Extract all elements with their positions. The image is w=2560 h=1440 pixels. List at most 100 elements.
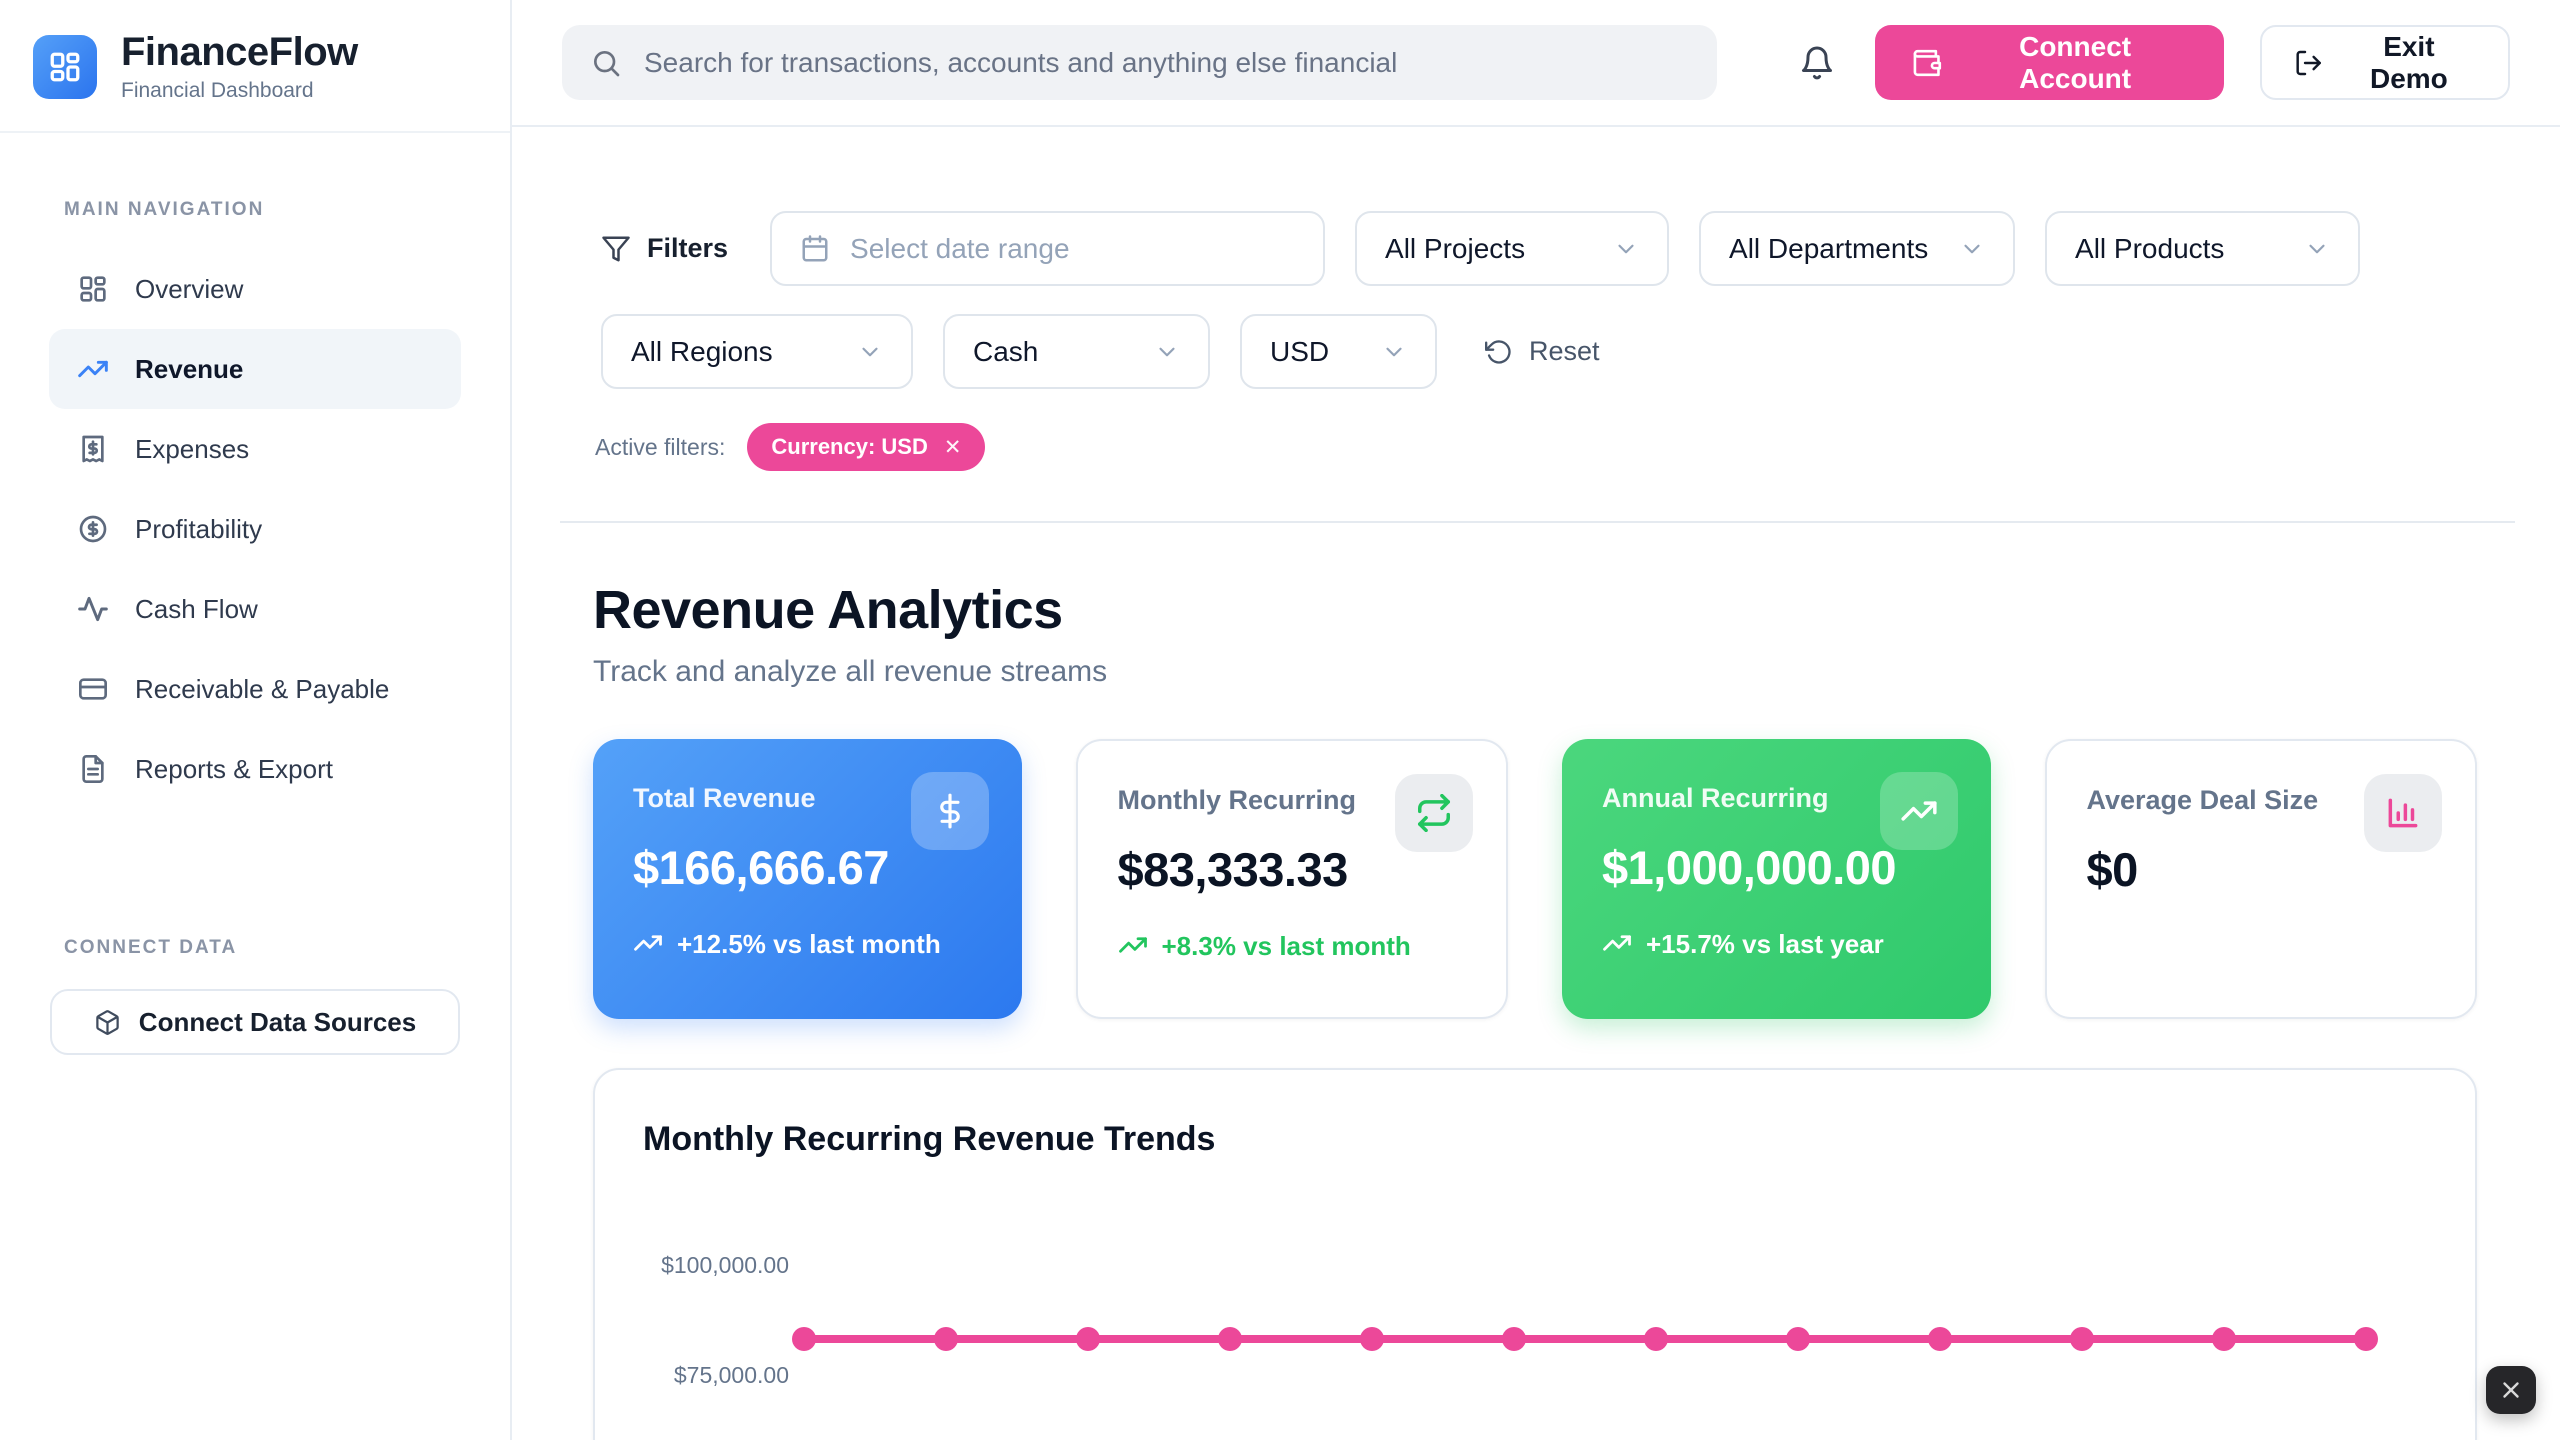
search-input[interactable] <box>644 47 1689 79</box>
trend-line <box>804 1335 2366 1343</box>
data-point <box>1218 1327 1242 1351</box>
main-column: Connect Account Exit Demo Filters <box>512 0 2560 1440</box>
brand: FinanceFlow Financial Dashboard <box>0 0 510 131</box>
chevron-down-icon <box>2304 236 2330 262</box>
stat-card-average-deal-size: Average Deal Size $0 <box>2045 739 2478 1019</box>
connect-account-label: Connect Account <box>1962 31 2188 95</box>
chevron-down-icon <box>1959 236 1985 262</box>
repeat-icon <box>1395 774 1473 852</box>
close-overlay-button[interactable] <box>2486 1366 2536 1414</box>
stat-change: +12.5% vs last month <box>633 927 963 962</box>
funnel-icon <box>601 234 631 264</box>
chip-close-icon[interactable]: ✕ <box>944 435 962 460</box>
section-divider <box>560 521 2515 523</box>
data-point <box>1786 1327 1810 1351</box>
receipt-icon <box>77 433 109 465</box>
data-point <box>1502 1327 1526 1351</box>
data-point <box>1076 1327 1100 1351</box>
sidebar-item-overview[interactable]: Overview <box>49 249 461 329</box>
data-point <box>2212 1327 2236 1351</box>
sidebar-item-label: Expenses <box>135 434 249 465</box>
chart-title: Monthly Recurring Revenue Trends <box>643 1120 1215 1159</box>
connect-account-button[interactable]: Connect Account <box>1875 25 2225 100</box>
credit-card-icon <box>77 673 109 705</box>
sidebar-item-expenses[interactable]: Expenses <box>49 409 461 489</box>
page-subtitle: Track and analyze all revenue streams <box>593 655 2477 689</box>
sidebar-item-revenue[interactable]: Revenue <box>49 329 461 409</box>
brand-title: FinanceFlow <box>121 30 358 75</box>
payment-method-select[interactable]: Cash <box>943 314 1210 389</box>
topbar: Connect Account Exit Demo <box>512 0 2560 127</box>
filters-bar: Filters Select date range All Projects A… <box>593 211 2477 389</box>
y-axis-tick: $75,000.00 <box>643 1362 789 1389</box>
rotate-ccw-icon <box>1485 338 1513 366</box>
brand-subtitle: Financial Dashboard <box>121 79 358 103</box>
trending-up-icon <box>77 353 109 385</box>
trending-up-icon <box>1118 930 1148 960</box>
wallet-icon <box>1911 47 1942 79</box>
currency-select[interactable]: USD <box>1240 314 1437 389</box>
exit-demo-button[interactable]: Exit Demo <box>2260 25 2510 100</box>
chevron-down-icon <box>1613 236 1639 262</box>
stat-card-monthly-recurring: Monthly Recurring $83,333.33 +8.3% vs la… <box>1076 739 1509 1019</box>
stat-card-annual-recurring: Annual Recurring $1,000,000.00 +15.7% vs… <box>1562 739 1991 1019</box>
page-title: Revenue Analytics <box>593 579 2477 641</box>
data-point <box>1928 1327 1952 1351</box>
cube-icon <box>94 1009 121 1036</box>
stat-change: +15.7% vs last year <box>1602 927 1932 962</box>
products-select[interactable]: All Products <box>2045 211 2360 286</box>
active-filters-label: Active filters: <box>595 434 725 461</box>
trending-up-icon <box>1602 928 1632 958</box>
stat-card-total-revenue: Total Revenue $166,666.67 +12.5% vs last… <box>593 739 1022 1019</box>
data-point <box>2070 1327 2094 1351</box>
sidebar-item-reports-export[interactable]: Reports & Export <box>49 729 461 809</box>
sidebar-item-receivable-payable[interactable]: Receivable & Payable <box>49 649 461 729</box>
sidebar-item-profitability[interactable]: Profitability <box>49 489 461 569</box>
sidebar-item-label: Overview <box>135 274 243 305</box>
active-filters-row: Active filters: Currency: USD ✕ <box>593 423 2477 471</box>
currency-filter-chip[interactable]: Currency: USD ✕ <box>747 423 985 471</box>
sidebar-item-label: Profitability <box>135 514 262 545</box>
file-text-icon <box>77 753 109 785</box>
dollar-icon <box>911 772 989 850</box>
sidebar-item-label: Receivable & Payable <box>135 674 389 705</box>
connect-data-sources-button[interactable]: Connect Data Sources <box>50 989 460 1055</box>
notifications-bell-icon[interactable] <box>1795 41 1838 85</box>
sidebar-item-cash-flow[interactable]: Cash Flow <box>49 569 461 649</box>
app-window: FinanceFlow Financial Dashboard MAIN NAV… <box>0 0 2560 1440</box>
search-box[interactable] <box>562 25 1717 100</box>
stat-cards-row: Total Revenue $166,666.67 +12.5% vs last… <box>593 739 2477 1019</box>
data-point <box>792 1327 816 1351</box>
sidebar-item-label: Cash Flow <box>135 594 258 625</box>
departments-select[interactable]: All Departments <box>1699 211 2015 286</box>
trending-up-icon <box>1880 772 1958 850</box>
sidebar: FinanceFlow Financial Dashboard MAIN NAV… <box>0 0 512 1440</box>
close-icon <box>2498 1377 2524 1403</box>
data-point <box>1360 1327 1384 1351</box>
reset-label: Reset <box>1529 336 1600 367</box>
data-point <box>934 1327 958 1351</box>
calendar-icon <box>800 234 830 264</box>
chevron-down-icon <box>1154 339 1180 365</box>
chevron-down-icon <box>1381 339 1407 365</box>
mrr-trends-chart-card: Monthly Recurring Revenue Trends $100,00… <box>593 1068 2477 1440</box>
reset-filters-button[interactable]: Reset <box>1485 336 1600 367</box>
sidebar-item-label: Reports & Export <box>135 754 333 785</box>
y-axis-tick: $100,000.00 <box>643 1252 789 1279</box>
connect-data-sources-label: Connect Data Sources <box>139 1007 416 1038</box>
logout-icon <box>2294 48 2323 78</box>
activity-icon <box>77 593 109 625</box>
brand-logo-icon <box>33 35 97 99</box>
date-range-placeholder: Select date range <box>850 233 1070 265</box>
data-point <box>2354 1327 2378 1351</box>
dollar-circle-icon <box>77 513 109 545</box>
dashboard-grid-icon <box>77 273 109 305</box>
stat-change: +8.3% vs last month <box>1118 929 1448 964</box>
connect-data-heading: CONNECT DATA <box>0 809 510 989</box>
projects-select[interactable]: All Projects <box>1355 211 1669 286</box>
search-icon <box>590 47 622 79</box>
sidebar-item-label: Revenue <box>135 354 243 385</box>
exit-demo-label: Exit Demo <box>2342 31 2476 95</box>
regions-select[interactable]: All Regions <box>601 314 913 389</box>
date-range-picker[interactable]: Select date range <box>770 211 1325 286</box>
